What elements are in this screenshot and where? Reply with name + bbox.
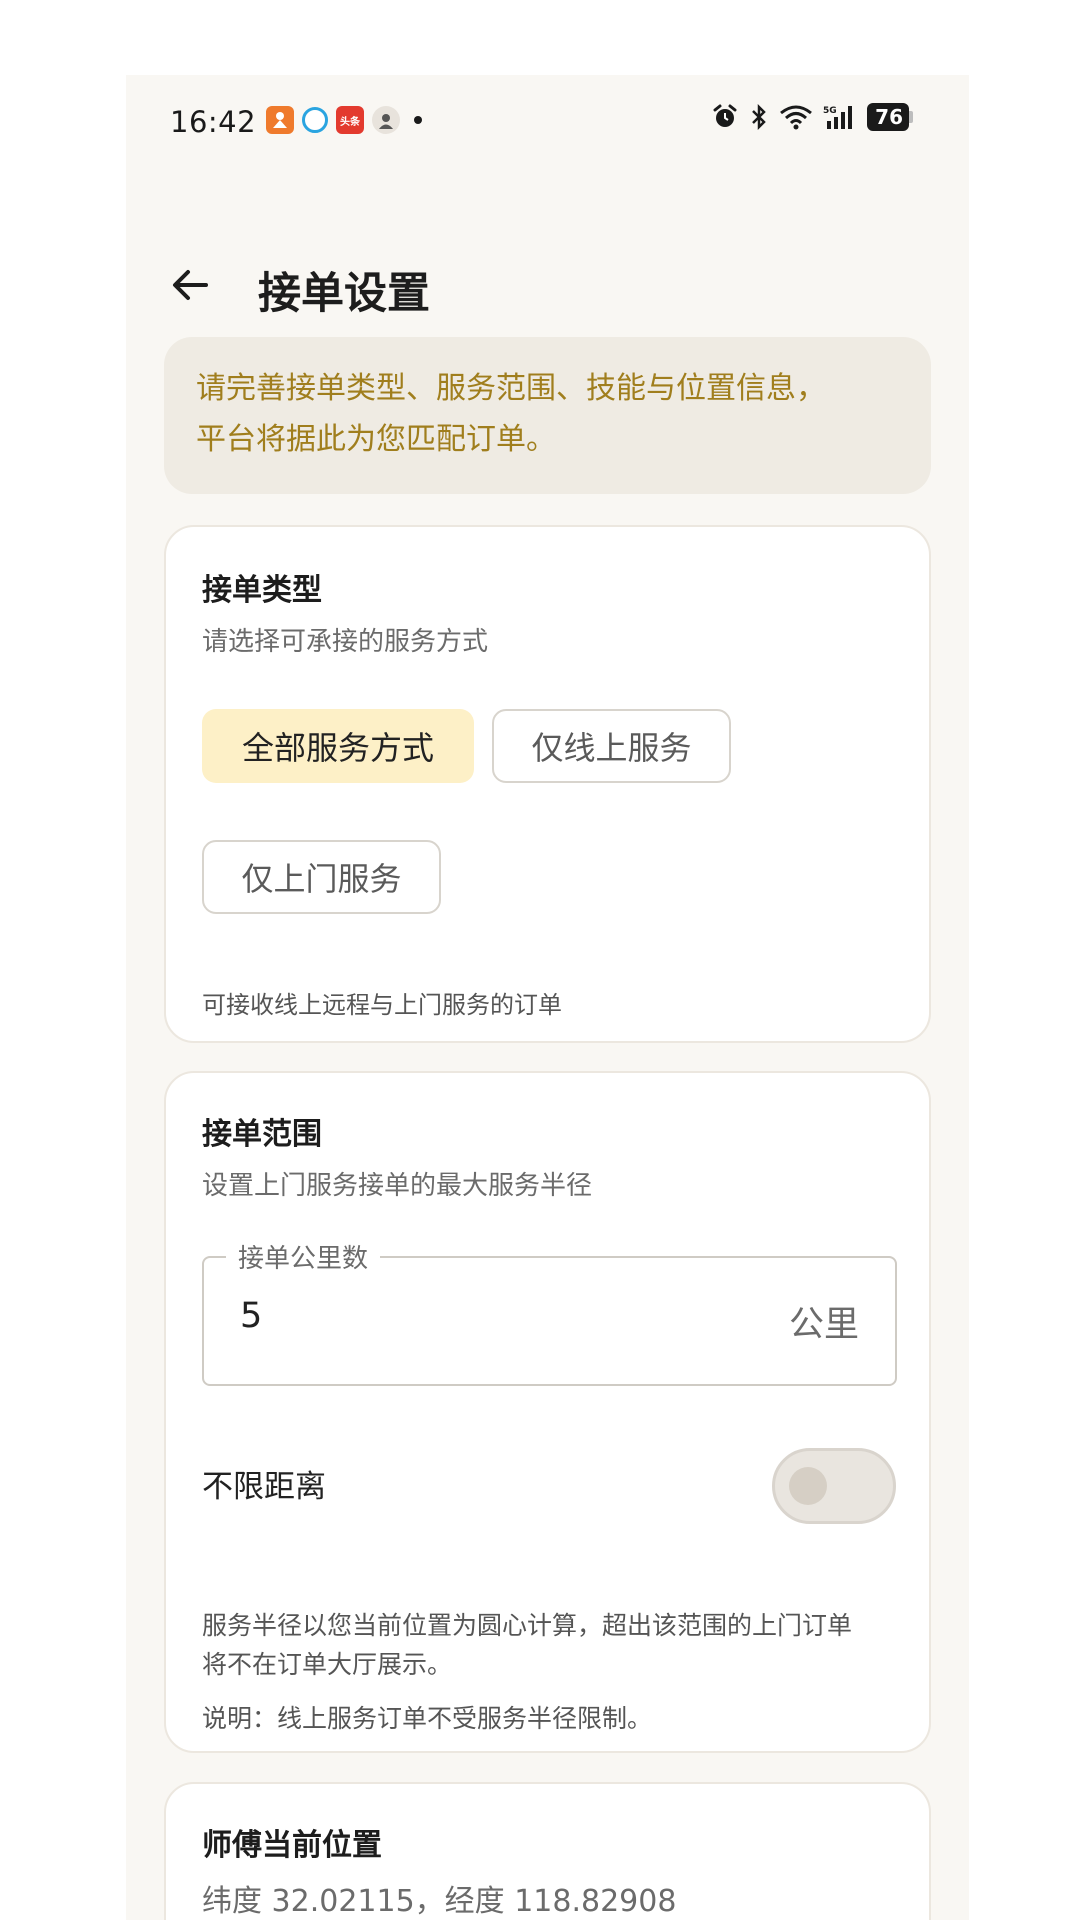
order-range-subtitle: 设置上门服务接单的最大服务半径: [202, 1171, 593, 1201]
bluetooth-icon: [752, 103, 766, 131]
status-time: 16:42: [170, 105, 257, 139]
signal-5g-icon: 5G: [823, 106, 853, 129]
order-type-card: 接单类型 请选择可承接的服务方式 全部服务方式 仅线上服务 仅上门服务 可接收线…: [164, 525, 931, 1043]
more-notifications-dot-icon: [414, 116, 422, 124]
unlimited-distance-toggle[interactable]: [772, 1448, 896, 1524]
page-title: 接单设置: [258, 269, 430, 319]
arrow-left-icon: [173, 270, 208, 300]
battery-indicator: 76: [867, 103, 913, 131]
back-button[interactable]: [162, 257, 218, 313]
order-range-card: 接单范围 设置上门服务接单的最大服务半径 接单公里数 5 公里 不限距离 服务半…: [164, 1071, 931, 1753]
range-description-line-1: 服务半径以您当前位置为圆心计算，超出该范围的上门订单: [202, 1611, 853, 1640]
unlimited-distance-label: 不限距离: [202, 1469, 326, 1505]
order-type-hint: 可接收线上远程与上门服务的订单: [202, 991, 562, 1019]
toutiao-notification-icon: 头条: [336, 106, 364, 134]
tip-line-2: 平台将据此为您匹配订单。: [196, 422, 556, 457]
wifi-icon: [780, 105, 813, 130]
km-field[interactable]: 接单公里数 5 公里: [202, 1238, 897, 1386]
order-type-title: 接单类型: [202, 573, 322, 608]
avatar-notification-icon: [372, 106, 400, 134]
svg-text:5G: 5G: [823, 106, 837, 116]
km-field-value[interactable]: 5: [240, 1296, 262, 1336]
location-title: 师傅当前位置: [202, 1828, 382, 1863]
app-header: 接单设置: [126, 245, 969, 325]
toggle-knob: [789, 1467, 827, 1505]
system-icons: 5G 76: [711, 103, 913, 131]
browser-notification-icon: [302, 107, 328, 133]
notification-icons: 头条: [266, 106, 422, 134]
tip-banner: 请完善接单类型、服务范围、技能与位置信息， 平台将据此为您匹配订单。: [164, 337, 931, 494]
tip-line-1: 请完善接单类型、服务范围、技能与位置信息，: [196, 371, 826, 406]
battery-level: 76: [867, 103, 909, 131]
range-note: 说明：线上服务订单不受服务半径限制。: [202, 1704, 653, 1733]
order-type-subtitle: 请选择可承接的服务方式: [202, 627, 489, 657]
order-range-title: 接单范围: [202, 1117, 322, 1152]
phone-screen: 16:42 头条 5G 76 接单设置 请完善接单类型、服务范围、技能与位置信息…: [126, 75, 969, 1920]
chip-onsite-only[interactable]: 仅上门服务: [202, 840, 441, 914]
range-description: 服务半径以您当前位置为圆心计算，超出该范围的上门订单 将不在订单大厅展示。: [202, 1606, 892, 1684]
chip-all-services[interactable]: 全部服务方式: [202, 709, 474, 783]
km-field-label: 接单公里数: [226, 1238, 381, 1275]
battery-tip: [909, 111, 913, 123]
location-coords: 纬度 32.02115，经度 118.82908: [202, 1884, 677, 1919]
range-description-line-2: 将不在订单大厅展示。: [202, 1650, 453, 1679]
km-field-unit: 公里: [788, 1305, 859, 1345]
alarm-icon: [713, 104, 737, 127]
app-notification-icon: [266, 106, 294, 134]
status-bar: 16:42 头条 5G 76: [126, 75, 969, 173]
chip-online-only[interactable]: 仅线上服务: [492, 709, 731, 783]
location-card: 师傅当前位置 纬度 32.02115，经度 118.82908: [164, 1782, 931, 1920]
